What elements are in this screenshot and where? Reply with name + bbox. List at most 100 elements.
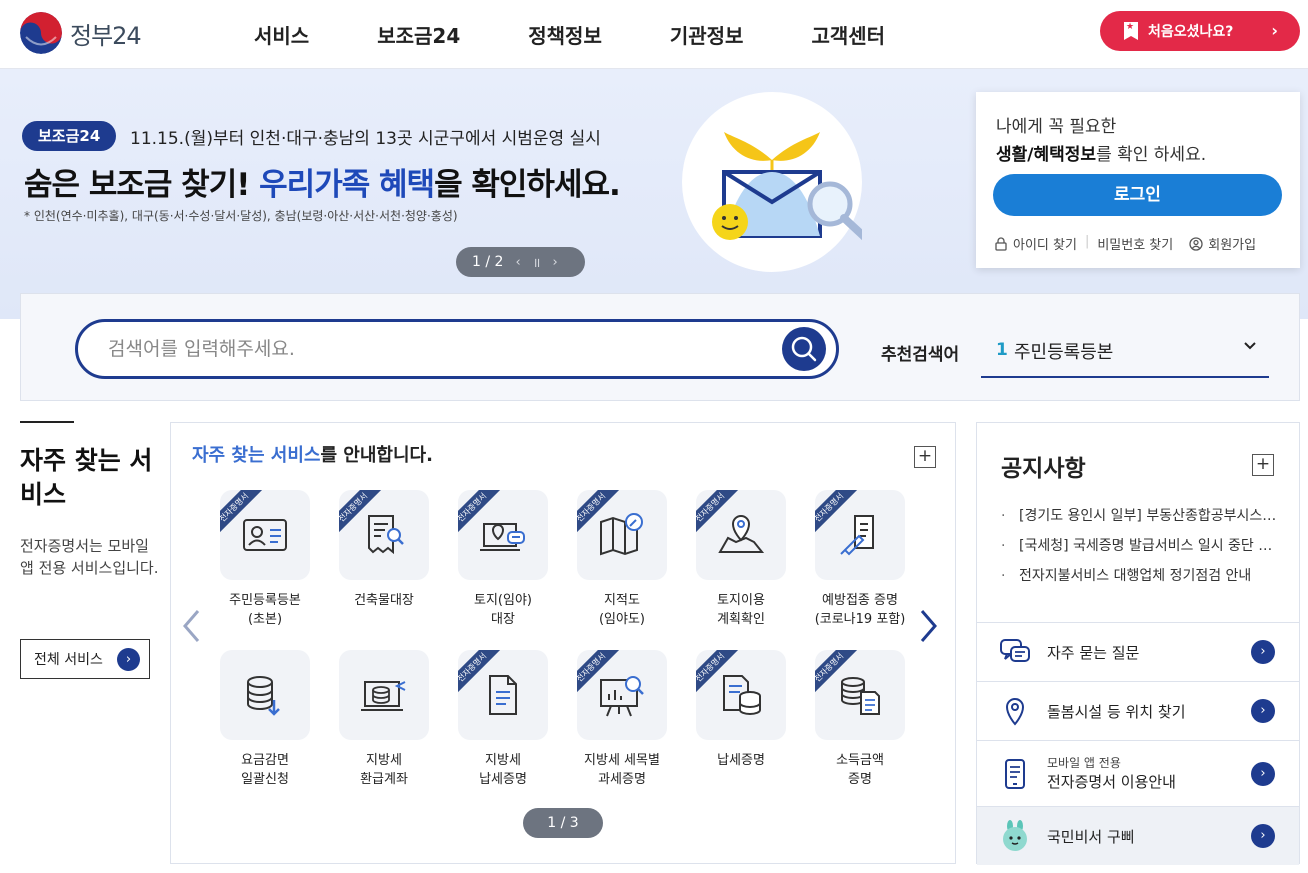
- services-heading-rest: 를 안내합니다.: [320, 445, 433, 466]
- recommended-keyword-select[interactable]: 1 주민등록등본: [981, 330, 1269, 378]
- service-vaccination-cert[interactable]: 전자증명서 예방접종 증명 (코로나19 포함): [805, 490, 915, 629]
- laptop-coins-icon: [361, 681, 406, 711]
- id-card-icon: [243, 519, 287, 551]
- login-line2-rest: 를 확인 하세요.: [1096, 145, 1207, 165]
- nav-service[interactable]: 서비스: [254, 20, 309, 49]
- next-icon[interactable]: ›: [552, 255, 557, 270]
- services-pager: 1 / 3: [523, 808, 603, 838]
- service-resident-registration[interactable]: 전자증명서 주민등록등본 (초본): [210, 490, 320, 629]
- service-local-tax-payment-cert[interactable]: 전자증명서 지방세 납세증명: [448, 650, 558, 789]
- notice-item[interactable]: [국세청] 국세증명 발급서비스 일시 중단 안내: [1001, 533, 1283, 563]
- service-tax-payment-cert[interactable]: 전자증명서 납세증명: [686, 650, 796, 770]
- search-button[interactable]: [782, 327, 826, 371]
- first-visit-label: 처음오셨나요?: [1148, 24, 1234, 40]
- service-tile: 전자증명서: [458, 650, 548, 740]
- faq-link[interactable]: 자주 묻는 질문 ›: [977, 622, 1299, 681]
- banner-badge: 보조금24: [22, 121, 117, 151]
- signup-link[interactable]: 회원가입: [1189, 234, 1256, 253]
- service-label: 소득금액 증명: [836, 753, 884, 787]
- notice-item[interactable]: [경기도 용인시 일부] 부동산종합공부시스템 서비스 일시 중단 안내: [1001, 503, 1283, 533]
- chat-icon: [1000, 639, 1030, 662]
- service-tile: 전자증명서: [577, 650, 667, 740]
- chevron-right-icon: ›: [1251, 640, 1275, 664]
- service-local-tax-itemized[interactable]: 전자증명서 지방세 세목별 과세증명: [567, 650, 677, 789]
- notice-item[interactable]: 전자지불서비스 대행업체 정기점검 안내: [1001, 563, 1283, 593]
- next-arrow-icon[interactable]: [919, 608, 939, 653]
- service-label: 토지(임야) 대장: [474, 593, 532, 627]
- first-visit-button[interactable]: 처음오셨나요? ›: [1100, 11, 1300, 51]
- service-land-register[interactable]: 전자증명서 토지(임야) 대장: [448, 490, 558, 629]
- service-cadastral-map[interactable]: 전자증명서 지적도 (임야도): [567, 490, 677, 629]
- gov24-logo[interactable]: 정부24: [20, 12, 142, 54]
- banner-title[interactable]: 숨은 보조금 찾기! 우리가족 혜택을 확인하세요.: [24, 159, 621, 204]
- bookmark-star-icon: [1124, 22, 1138, 40]
- recommended-label: 추천검색어: [881, 345, 960, 365]
- pause-icon[interactable]: ॥: [533, 253, 541, 271]
- service-tile: 전자증명서: [458, 490, 548, 580]
- e-cert-guide-text: 모바일 앱 전용전자증명서 이용안내: [1047, 755, 1176, 792]
- banner-page-count: 1 / 2: [472, 254, 504, 270]
- faq-label: 자주 묻는 질문: [1047, 643, 1140, 662]
- nav-policy[interactable]: 정책정보: [528, 20, 602, 49]
- nav-subsidy24[interactable]: 보조금24: [377, 20, 460, 49]
- prev-icon[interactable]: ‹: [515, 255, 520, 270]
- plus-icon[interactable]: +: [914, 446, 936, 468]
- section-divider: [20, 421, 74, 423]
- logo-text: 정부24: [70, 21, 142, 50]
- prev-arrow-icon[interactable]: [181, 608, 201, 653]
- gubbi-link[interactable]: 국민비서 구삐 ›: [977, 806, 1299, 865]
- banner-title-highlight: 우리가족 혜택: [259, 167, 435, 203]
- e-cert-guide-label: 전자증명서 이용안내: [1047, 773, 1176, 791]
- service-label: 토지이용 계획확인: [717, 593, 765, 627]
- gubbi-mascot-icon: [1003, 820, 1027, 851]
- service-label: 지적도 (임야도): [598, 593, 646, 627]
- banner-note: * 인천(연수·미추홀), 대구(동·서·수성·달서·달성), 충남(보령·아산…: [24, 209, 458, 223]
- taegeuk-logo-icon: [20, 12, 62, 54]
- chevron-right-icon: ›: [1251, 699, 1275, 723]
- service-label: 지방세 납세증명: [479, 753, 527, 787]
- e-cert-guide-small: 모바일 앱 전용: [1047, 756, 1121, 770]
- services-panel: 자주 찾는 서비스를 안내합니다. + 전자증명서 주민등록등본 (초본) 전자증…: [170, 422, 956, 864]
- tax-doc-icon: [489, 675, 517, 715]
- service-tile: 전자증명서: [339, 490, 429, 580]
- divider: |: [1084, 234, 1090, 249]
- nav-agency[interactable]: 기관정보: [670, 20, 744, 49]
- find-pw-link[interactable]: 비밀번호 찾기: [1097, 234, 1173, 253]
- service-income-cert[interactable]: 전자증명서 소득금액 증명: [805, 650, 915, 789]
- banner-title-b: 을 확인하세요.: [434, 167, 621, 203]
- service-tile: 전자증명서: [577, 490, 667, 580]
- main-nav: 서비스 보조금24 정책정보 기관정보 고객센터: [254, 20, 953, 49]
- chevron-down-icon: [1243, 338, 1257, 357]
- service-local-tax-refund[interactable]: 지방세 환급계좌: [329, 650, 439, 789]
- service-fee-reduction[interactable]: 요금감면 일괄신청: [210, 650, 320, 789]
- nav-customer-center[interactable]: 고객센터: [811, 20, 885, 49]
- find-id-link[interactable]: 아이디 찾기: [994, 234, 1077, 253]
- search-input[interactable]: [108, 336, 748, 362]
- gubbi-label: 국민비서 구삐: [1047, 827, 1135, 846]
- document-search-icon: [368, 515, 404, 555]
- all-services-label: 전체 서비스: [34, 652, 103, 668]
- login-button[interactable]: 로그인: [993, 174, 1282, 216]
- sprout-magnifier-icon: [712, 132, 876, 248]
- service-tile: 전자증명서: [696, 650, 786, 740]
- banner-pager: 1 / 2 ‹ ॥ ›: [456, 247, 585, 277]
- find-pw-label: 비밀번호 찾기: [1097, 238, 1174, 253]
- service-tile: 전자증명서: [220, 490, 310, 580]
- service-tile: 전자증명서: [696, 490, 786, 580]
- login-box: 나에게 꼭 필요한 생활/혜택정보를 확인 하세요. 로그인 아이디 찾기 | …: [976, 92, 1300, 268]
- login-links: 아이디 찾기 | 비밀번호 찾기 회원가입: [994, 234, 1256, 253]
- service-building-register[interactable]: 전자증명서 건축물대장: [329, 490, 439, 610]
- plus-icon[interactable]: +: [1252, 454, 1274, 476]
- e-cert-guide-link[interactable]: 모바일 앱 전용 전자증명서 이용안내 ›: [977, 740, 1299, 806]
- location-icon: [1005, 698, 1025, 726]
- freq-services-title: 자주 찾는 서비스: [20, 446, 153, 509]
- care-facility-link[interactable]: 돌봄시설 등 위치 찾기 ›: [977, 681, 1299, 740]
- map-pin-icon: [718, 515, 765, 553]
- presentation-icon: [600, 676, 644, 717]
- service-land-use-plan[interactable]: 전자증명서 토지이용 계획확인: [686, 490, 796, 629]
- service-tile: [339, 650, 429, 740]
- banner-subtitle: 11.15.(월)부터 인천·대구·충남의 13곳 시군구에서 시범운영 실시: [130, 129, 601, 149]
- all-services-button[interactable]: 전체 서비스 ›: [20, 639, 150, 679]
- banner-title-a: 숨은 보조금 찾기!: [24, 167, 260, 203]
- coins-doc-icon: [841, 677, 880, 715]
